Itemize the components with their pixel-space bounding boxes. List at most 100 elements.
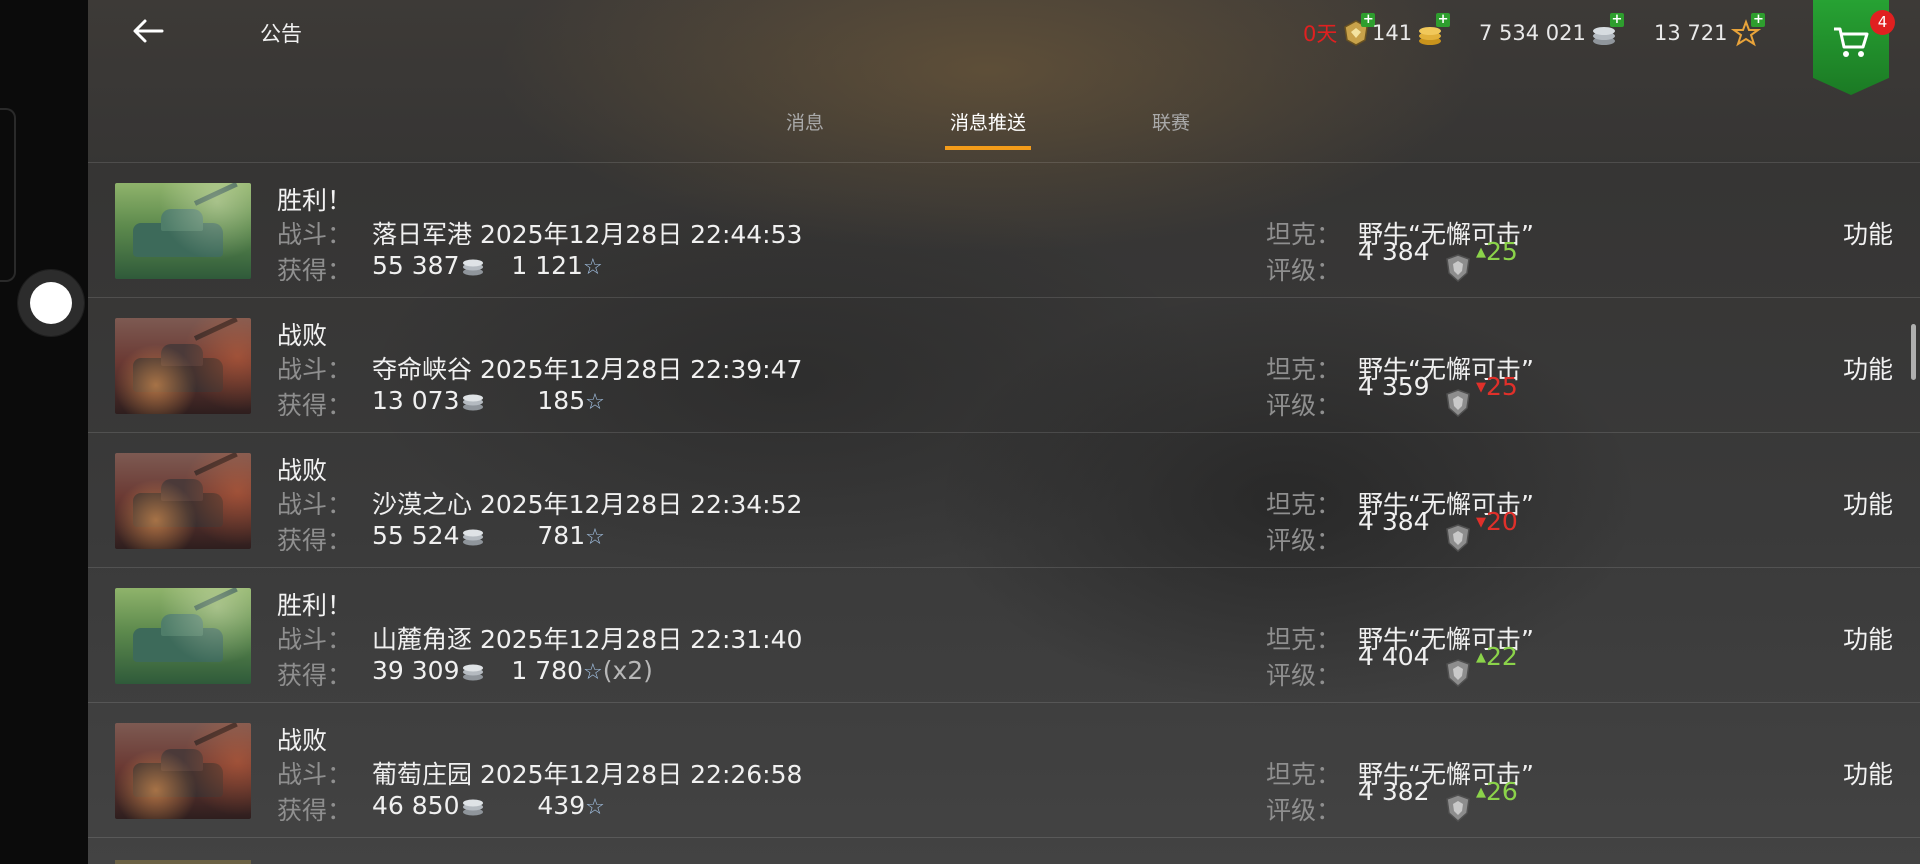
battle-map-time: 沙漠之心 2025年12月28日 22:34:52	[372, 490, 803, 519]
free-xp-star-icon: +	[1731, 13, 1766, 48]
silver-value: 7 534 021	[1479, 21, 1586, 45]
back-arrow-icon[interactable]	[128, 14, 168, 48]
tab-messages[interactable]: 消息	[786, 108, 824, 135]
rating-label: 评级：	[1266, 796, 1342, 825]
earned-xp: 1 121	[511, 251, 583, 280]
tab-league[interactable]: 联赛	[1152, 108, 1190, 135]
battle-result: 战败	[277, 321, 328, 350]
earned-xp: 439	[537, 791, 586, 820]
function-button[interactable]: 功能	[1843, 215, 1893, 251]
premium-account[interactable]: 0天 +	[1303, 13, 1376, 48]
silver-coin-icon	[463, 259, 484, 276]
earned-label: 获得：	[277, 256, 353, 285]
battle-map-time: 山麓角逐 2025年12月28日 22:31:40	[372, 625, 803, 654]
gold-add-icon[interactable]: +	[1436, 13, 1451, 27]
rating-label: 评级：	[1266, 391, 1342, 420]
earned-silver: 13 073	[372, 386, 460, 415]
next-thumbnail-edge	[115, 860, 251, 864]
function-button[interactable]: 功能	[1843, 350, 1893, 386]
battle-label: 战斗：	[277, 625, 353, 654]
silver-coin-icon	[463, 799, 484, 816]
silver-coin-icon	[463, 529, 484, 546]
function-button[interactable]: 功能	[1843, 755, 1893, 791]
earned-silver: 55 387	[372, 251, 460, 280]
premium-icon: +	[1341, 13, 1376, 48]
left-system-strip	[0, 0, 88, 864]
battle-result: 战败	[277, 726, 328, 755]
xp-multiplier: (x2)	[602, 656, 653, 685]
rating-delta: ▲22	[1476, 641, 1518, 671]
rank-shield-icon	[1443, 658, 1473, 688]
earned-label: 获得：	[277, 661, 353, 690]
battle-thumbnail	[115, 453, 251, 549]
silver-add-icon[interactable]: +	[1609, 13, 1624, 27]
function-button[interactable]: 功能	[1843, 485, 1893, 521]
xp-star-icon: ☆	[582, 660, 603, 685]
page-title: 公告	[260, 22, 302, 46]
gold-currency[interactable]: 141 +	[1372, 13, 1451, 48]
rating-value: 4 384	[1358, 236, 1430, 266]
earned-values: 39 309 1 780☆(x2)	[372, 656, 653, 685]
battle-thumbnail	[115, 588, 251, 684]
tank-label: 坦克：	[1266, 490, 1342, 519]
earned-silver: 46 850	[372, 791, 460, 820]
top-bar: 公告 0天 + 141 + 7 534 021 + 13 721 + 4	[88, 0, 1920, 95]
rank-shield-icon	[1443, 253, 1473, 283]
earned-label: 获得：	[277, 526, 353, 555]
xp-star-icon: ☆	[585, 795, 605, 820]
function-button[interactable]: 功能	[1843, 620, 1893, 656]
scrollbar[interactable]	[1911, 324, 1916, 380]
tab-push-messages[interactable]: 消息推送	[950, 108, 1026, 135]
list-item[interactable]: 胜利！ 战斗： 落日军港 2025年12月28日 22:44:53 获得： 55…	[88, 163, 1920, 298]
silver-coin-icon: +	[1590, 13, 1624, 48]
silver-coin-icon	[463, 394, 484, 411]
earned-values: 55 387 1 121☆	[372, 251, 603, 280]
rating-delta: ▼20	[1476, 506, 1518, 536]
cart-icon	[1834, 27, 1869, 57]
list-item[interactable]: 战败 战斗： 葡萄庄园 2025年12月28日 22:26:58 获得： 46 …	[88, 703, 1920, 838]
earned-values: 55 524 781☆	[372, 521, 605, 550]
battle-thumbnail	[115, 318, 251, 414]
list-item[interactable]: 胜利！ 战斗： 山麓角逐 2025年12月28日 22:31:40 获得： 39…	[88, 568, 1920, 703]
battle-label: 战斗：	[277, 220, 353, 249]
list-item[interactable]: 战败 战斗： 沙漠之心 2025年12月28日 22:34:52 获得： 55 …	[88, 433, 1920, 568]
xp-star-icon: ☆	[585, 525, 605, 550]
battle-map-time: 葡萄庄园 2025年12月28日 22:26:58	[372, 760, 803, 789]
free-xp-currency[interactable]: 13 721 +	[1654, 13, 1766, 48]
battle-thumbnail	[115, 183, 251, 279]
tank-label: 坦克：	[1266, 625, 1342, 654]
earned-xp: 185	[537, 386, 586, 415]
xp-star-icon: ☆	[585, 390, 605, 415]
floating-button-dot	[30, 282, 72, 324]
rating-label: 评级：	[1266, 526, 1342, 555]
floating-assistive-button[interactable]	[18, 270, 84, 336]
earned-silver: 39 309	[372, 656, 460, 685]
battle-thumbnail	[115, 723, 251, 819]
silver-currency[interactable]: 7 534 021 +	[1479, 13, 1624, 48]
free-xp-add-icon[interactable]: +	[1751, 13, 1766, 27]
earned-label: 获得：	[277, 391, 353, 420]
row-divider	[88, 837, 1920, 838]
silver-coin-icon	[463, 664, 484, 681]
rating-label: 评级：	[1266, 256, 1342, 285]
rank-shield-icon	[1443, 523, 1473, 553]
active-tab-underline	[945, 146, 1031, 150]
rating-delta: ▲26	[1476, 776, 1518, 806]
xp-star-icon: ☆	[582, 255, 603, 280]
earned-xp: 1 780	[511, 656, 583, 685]
earned-xp: 781	[537, 521, 586, 550]
battle-label: 战斗：	[277, 760, 353, 789]
battle-label: 战斗：	[277, 490, 353, 519]
tank-label: 坦克：	[1266, 355, 1342, 384]
rating-value: 4 384	[1358, 506, 1430, 536]
rank-shield-icon	[1443, 388, 1473, 418]
rating-value: 4 382	[1358, 776, 1430, 806]
gold-coin-icon: +	[1416, 13, 1451, 48]
list-item[interactable]: 战败 战斗： 夺命峡谷 2025年12月28日 22:39:47 获得： 13 …	[88, 298, 1920, 433]
screen-notch	[0, 108, 16, 282]
main-panel: 公告 0天 + 141 + 7 534 021 + 13 721 + 4 消息 …	[88, 0, 1920, 864]
rating-delta: ▼25	[1476, 371, 1518, 401]
rating-value: 4 404	[1358, 641, 1430, 671]
gold-value: 141	[1372, 21, 1413, 45]
rating-delta: ▲25	[1476, 236, 1518, 266]
